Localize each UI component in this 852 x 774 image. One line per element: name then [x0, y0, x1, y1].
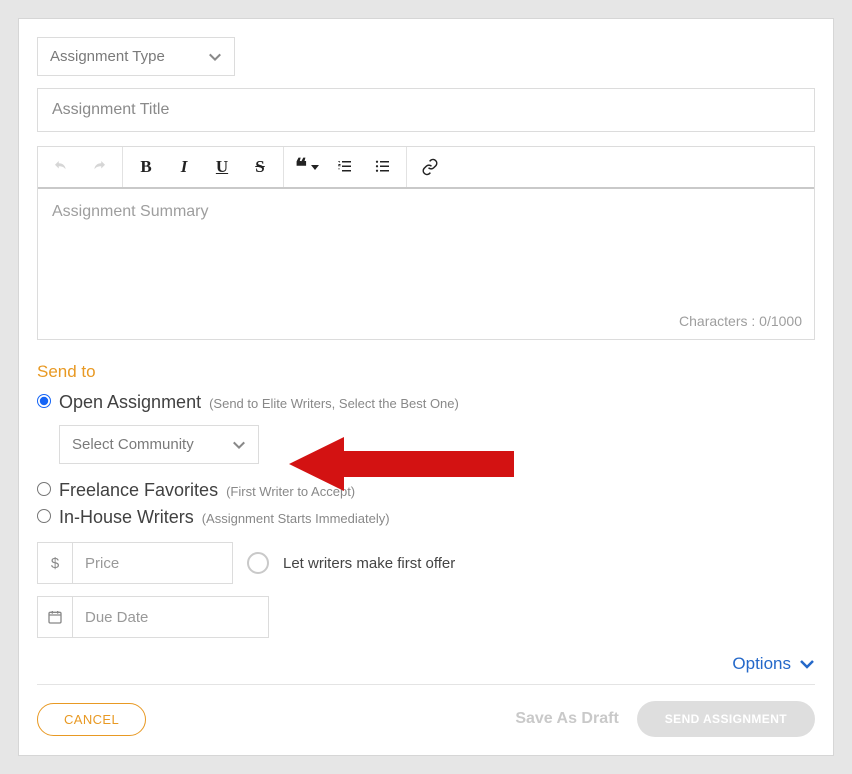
options-label: Options	[732, 654, 791, 674]
community-select[interactable]: Select Community	[59, 425, 259, 464]
undo-button[interactable]	[42, 152, 80, 182]
italic-button[interactable]: I	[165, 152, 203, 182]
ordered-list-button[interactable]	[326, 152, 364, 182]
chevron-down-icon	[208, 50, 222, 64]
cancel-button[interactable]: CANCEL	[37, 703, 146, 736]
calendar-icon	[37, 596, 73, 638]
character-count: Characters : 0/1000	[679, 313, 802, 329]
due-date-input[interactable]	[73, 596, 269, 638]
link-button[interactable]	[411, 152, 449, 182]
radio-open-assignment[interactable]: Open Assignment (Send to Elite Writers, …	[37, 390, 815, 413]
radio-freelance-hint: (First Writer to Accept)	[226, 484, 355, 499]
radio-inhouse[interactable]: In-House Writers (Assignment Starts Imme…	[37, 505, 815, 528]
send-assignment-button[interactable]: SEND ASSIGNMENT	[637, 701, 815, 737]
assignment-type-placeholder: Assignment Type	[50, 48, 165, 65]
assignment-title-input[interactable]	[37, 88, 815, 132]
price-input[interactable]	[73, 542, 233, 584]
first-offer-checkbox[interactable]	[247, 552, 269, 574]
footer-bar: CANCEL Save As Draft SEND ASSIGNMENT	[37, 684, 815, 737]
price-prefix: $	[37, 542, 73, 584]
underline-button[interactable]: U	[203, 152, 241, 182]
radio-freelance-label: Freelance Favorites	[59, 480, 218, 501]
redo-button[interactable]	[80, 152, 118, 182]
quote-button[interactable]: ❝	[288, 152, 326, 182]
first-offer-label: Let writers make first offer	[283, 555, 455, 572]
chevron-down-icon	[232, 438, 246, 452]
summary-textarea[interactable]: Assignment Summary Characters : 0/1000	[38, 189, 814, 339]
bold-button[interactable]: B	[127, 152, 165, 182]
strike-button[interactable]: S	[241, 152, 279, 182]
options-toggle[interactable]: Options	[732, 654, 815, 674]
radio-freelance[interactable]: Freelance Favorites (First Writer to Acc…	[37, 478, 815, 501]
assignment-form-card: Assignment Type B I U S ❝	[18, 18, 834, 756]
radio-inhouse-input[interactable]	[37, 509, 51, 523]
radio-inhouse-hint: (Assignment Starts Immediately)	[202, 511, 390, 526]
summary-editor: B I U S ❝ Assignment Summary	[37, 146, 815, 340]
chevron-down-icon	[799, 656, 815, 672]
radio-open-hint: (Send to Elite Writers, Select the Best …	[209, 396, 459, 411]
radio-open-label: Open Assignment	[59, 392, 201, 413]
radio-freelance-input[interactable]	[37, 482, 51, 496]
radio-inhouse-label: In-House Writers	[59, 507, 194, 528]
community-select-placeholder: Select Community	[72, 436, 194, 453]
unordered-list-button[interactable]	[364, 152, 402, 182]
save-draft-button[interactable]: Save As Draft	[515, 710, 618, 728]
radio-open-input[interactable]	[37, 394, 51, 408]
summary-placeholder: Assignment Summary	[52, 203, 209, 220]
send-to-heading: Send to	[37, 362, 815, 382]
editor-toolbar: B I U S ❝	[38, 147, 814, 189]
assignment-type-select[interactable]: Assignment Type	[37, 37, 235, 76]
